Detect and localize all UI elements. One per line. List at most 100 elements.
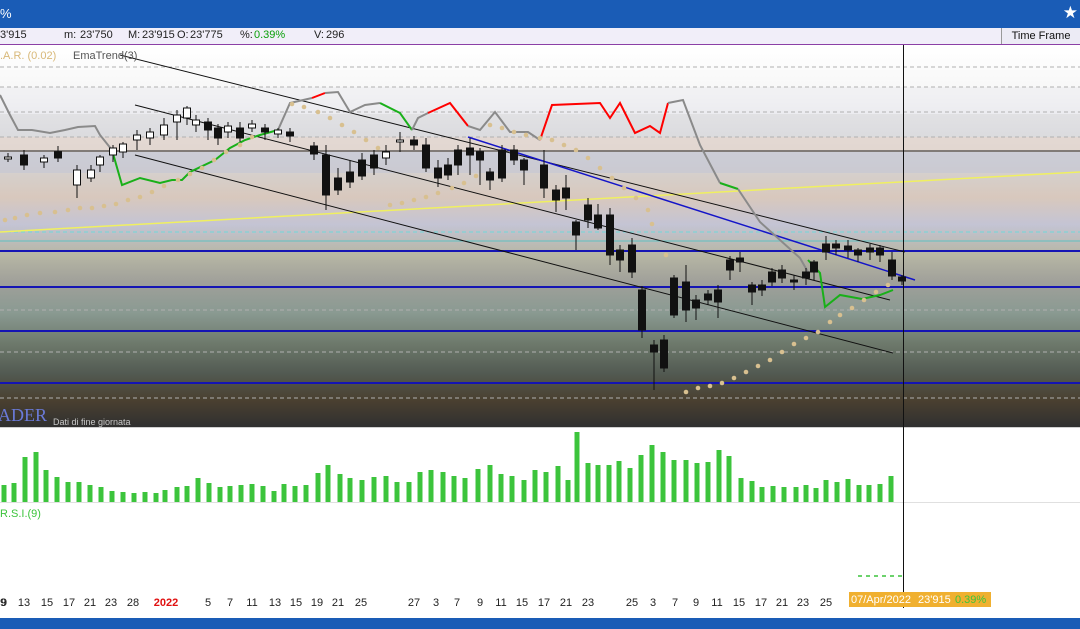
rsi-label: R.S.I.(9): [0, 508, 41, 520]
volume-bar: [440, 472, 446, 502]
volume-bar: [174, 487, 180, 502]
volume-bar: [337, 474, 343, 502]
volume-bar: [227, 486, 233, 502]
x-axis-label: 17: [63, 597, 75, 609]
volume-bar: [574, 432, 580, 502]
volume-bar: [475, 469, 481, 502]
x-axis-label: 7: [227, 597, 233, 609]
x-axis-label: 21: [332, 597, 344, 609]
volume-bar: [98, 487, 104, 502]
ema-label: EmaTrend(3): [73, 50, 137, 62]
volume-bar: [65, 482, 71, 502]
volume-bar: [803, 485, 809, 502]
volume-bar: [428, 470, 434, 502]
x-axis-label: 3: [433, 597, 439, 609]
volume-bar: [521, 480, 527, 502]
brand-watermark: ADER: [0, 405, 47, 425]
volume-bar: [606, 465, 612, 502]
candle: [498, 145, 506, 182]
volume-bar: [781, 487, 787, 502]
volume-bar: [184, 486, 190, 502]
x-axis-label: 21: [560, 597, 572, 609]
volume-bar: [87, 485, 93, 502]
volume-bar: [498, 474, 504, 502]
volume-bar: [394, 482, 400, 502]
volume-bar: [683, 460, 689, 502]
data-note: Dati di fine giornata: [53, 417, 131, 427]
x-axis-label: 15: [41, 597, 53, 609]
volume-bar: [417, 472, 423, 502]
volume-bar: [260, 486, 266, 502]
volume-bar: [877, 484, 883, 502]
cursor-date: 07/Apr/2022: [851, 594, 911, 606]
x-axis-label: 27: [408, 597, 420, 609]
volume-bar: [249, 484, 255, 502]
volume-bar: [770, 486, 776, 502]
volume-bar: [131, 493, 137, 502]
volume-bar: [281, 484, 287, 502]
x-axis-label: 17: [755, 597, 767, 609]
volume-bar: [451, 476, 457, 502]
volume-bar: [595, 465, 601, 502]
x-axis-label: 23: [105, 597, 117, 609]
volume-bar: [43, 470, 49, 502]
volume-bar: [303, 485, 309, 502]
cursor-pct: 0.39%: [955, 594, 986, 606]
x-axis-label: 15: [516, 597, 528, 609]
volume-bar: [371, 477, 377, 502]
volume-bar: [325, 465, 331, 502]
x-axis-label: 15: [733, 597, 745, 609]
volume-bar: [866, 485, 872, 502]
chart-canvas[interactable]: .A.R. (0.02) EmaTrend(3) ADER Dati di fi…: [0, 0, 1080, 629]
volume-bar: [217, 487, 223, 502]
volume-bar: [565, 480, 571, 502]
x-axis: 9 13 15 17 21 23 28 2022 5 7 11 13 15 19 21 25 27 3 7 9 11 15…: [0, 597, 832, 609]
volume-bar: [793, 487, 799, 502]
volume-bar: [153, 493, 159, 502]
volume-panel: [0, 428, 1080, 502]
volume-bar: [11, 483, 17, 502]
volume-bar: [487, 465, 493, 502]
volume-bar: [462, 478, 468, 502]
volume-bar: [823, 480, 829, 502]
volume-bar: [142, 492, 148, 502]
volume-bar: [759, 487, 765, 502]
volume-bar: [749, 481, 755, 502]
candle: [660, 335, 668, 372]
volume-bar: [845, 479, 851, 502]
volume-bar: [109, 491, 115, 502]
x-axis-label: 13: [18, 597, 30, 609]
volume-bar: [347, 478, 353, 502]
x-axis-label: 9: [477, 597, 483, 609]
volume-bar: [813, 488, 819, 502]
x-axis-label: 11: [711, 597, 722, 609]
volume-bar: [238, 485, 244, 502]
volume-bar: [649, 445, 655, 502]
x-axis-label: 9: [693, 597, 699, 609]
volume-bar: [195, 478, 201, 502]
volume-bar: [627, 468, 633, 502]
x-axis-label: 15: [290, 597, 302, 609]
x-axis-label: 23: [797, 597, 809, 609]
volume-bar: [292, 486, 298, 502]
x-axis-label: 21: [776, 597, 788, 609]
volume-bar: [716, 450, 722, 502]
volume-bar: [660, 452, 666, 502]
candle: [638, 286, 646, 338]
sar-label: .A.R. (0.02): [0, 50, 56, 62]
volume-bar: [33, 452, 39, 502]
x-axis-label: 25: [626, 597, 638, 609]
volume-bar: [359, 480, 365, 502]
volume-bar: [585, 463, 591, 502]
x-axis-label: 29: [0, 597, 6, 609]
x-axis-label: 13: [269, 597, 281, 609]
x-axis-label: 25: [820, 597, 832, 609]
volume-bar: [888, 476, 894, 502]
volume-bar: [726, 456, 732, 502]
x-axis-label: 11: [246, 597, 257, 609]
volume-bar: [271, 491, 277, 502]
bottom-bar: [0, 618, 1080, 629]
volume-bar: [509, 476, 515, 502]
volume-bar: [543, 472, 549, 502]
x-axis-label: 11: [495, 597, 506, 609]
